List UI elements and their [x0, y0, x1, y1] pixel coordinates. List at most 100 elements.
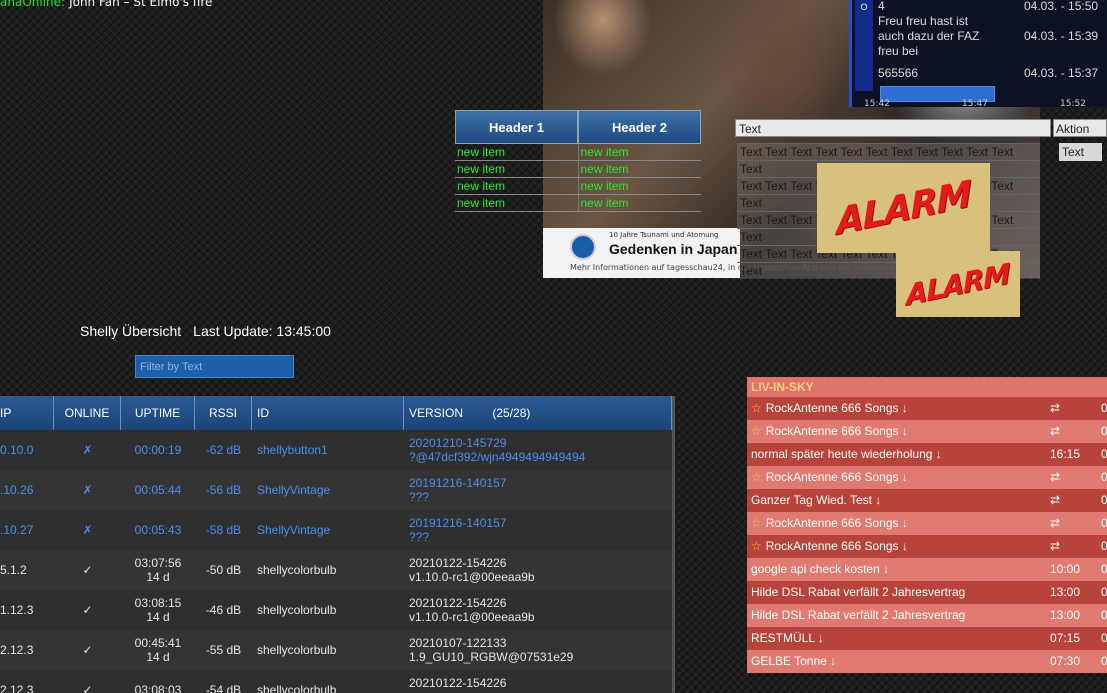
- message-time: 04.03. - 15:39: [1024, 29, 1099, 43]
- star-icon: ☆: [751, 539, 762, 553]
- table-row[interactable]: new item new item: [455, 161, 701, 178]
- version-detail: ?@47dcf392/wjn4949494949494: [409, 450, 586, 464]
- uptime-cell: 03:08:15: [134, 596, 182, 610]
- col-id[interactable]: ID: [252, 396, 404, 430]
- table-row[interactable]: new item new item: [455, 178, 701, 195]
- calendar-item-text: Hilde DSL Rabat verfällt 2 Jahresvertrag: [751, 608, 966, 622]
- device-id-link[interactable]: shellycolorbulb: [257, 563, 404, 577]
- calendar-item[interactable]: normal später heute wiederholung ↓ 16:15 0: [747, 443, 1107, 466]
- calendar-item-text: RockAntenne 666 Songs ↓: [765, 516, 908, 530]
- rssi-cell: -56 dB: [205, 483, 242, 497]
- ip-cell: 5.1.2: [0, 563, 27, 577]
- version-cell: 20210122-154226: [409, 556, 507, 570]
- calendar-item[interactable]: ☆ RockAntenne 666 Songs ↓ ⇄ 0: [747, 397, 1107, 420]
- calendar-item-time: 10:00: [1050, 562, 1081, 576]
- chart-tick: 15:42: [864, 99, 890, 109]
- table-row[interactable]: .10.27 ✗ 00:05:43 -58 dB ShellyVintage 201912…: [0, 510, 672, 551]
- page-title: Shelly Übersicht: [80, 323, 182, 339]
- table-row[interactable]: 2.12.3 ✓ 00:45:41 14 d -55 dB shellycolorbulb…: [0, 630, 672, 671]
- scrollbar[interactable]: [672, 430, 675, 693]
- table-cell: new item: [457, 145, 506, 159]
- calendar-item-text: RESTMÜLL ↓: [751, 631, 824, 645]
- table-row[interactable]: 5.1.2 ✓ 03:07:56 14 d -50 dB shellycolorbulb 2…: [0, 550, 672, 591]
- table-row[interactable]: .10.26 ✗ 00:05:44 -56 dB ShellyVintage 201912…: [0, 470, 672, 511]
- version-cell: 20210122-154226: [409, 676, 507, 690]
- table-cell: new item: [577, 178, 702, 194]
- table-row[interactable]: 2.12.3 ✓ 03:08:03 -54 dB shellycolorbulb 2021…: [0, 670, 672, 693]
- table-row[interactable]: new item new item: [455, 195, 701, 212]
- message-text: Freu freu hast ist auch dazu der FAZ fre…: [878, 14, 980, 58]
- calendar-item[interactable]: ☆ RockAntenne 666 Songs ↓ ⇄ 0: [747, 535, 1107, 558]
- device-id-link[interactable]: shellycolorbulb: [257, 643, 404, 657]
- tagesschau-logo-icon: [570, 234, 596, 260]
- col-uptime[interactable]: UPTIME: [121, 396, 195, 430]
- filter-input[interactable]: [135, 355, 294, 378]
- shelly-table: IP ONLINE UPTIME RSSI ID VERSION (25/28)…: [0, 396, 675, 693]
- calendar-item[interactable]: Hilde DSL Rabat verfällt 2 Jahresvertrag…: [747, 581, 1107, 604]
- calendar-item[interactable]: Ganzer Tag Wied. Test ↓ ⇄ 0: [747, 489, 1107, 512]
- table-row[interactable]: new item new item: [455, 144, 701, 161]
- header-table-col-1[interactable]: Header 1: [455, 110, 578, 144]
- table-row[interactable]: 1.12.3 ✓ 03:08:15 14 d -46 dB shellycolorbulb…: [0, 590, 672, 631]
- ip-cell: 0.10.0: [0, 443, 34, 457]
- message-text: 4: [878, 0, 885, 13]
- calendar-widget: LIV-IN-SKY ☆ RockAntenne 666 Songs ↓ ⇄ 0 ☆ Ro…: [747, 377, 1107, 693]
- calendar-item-extra: 0: [1101, 608, 1107, 622]
- calendar-item-text: Hilde DSL Rabat verfällt 2 Jahresvertrag: [751, 585, 966, 599]
- header-table-col-2[interactable]: Header 2: [578, 110, 701, 144]
- text-grid-action-cell[interactable]: Text: [1059, 143, 1102, 161]
- uptime-days: 14 d: [146, 650, 170, 664]
- calendar-item-extra: 0: [1101, 562, 1107, 576]
- calendar-item-extra: 0: [1101, 424, 1107, 438]
- rssi-cell: -55 dB: [205, 643, 242, 657]
- col-rssi[interactable]: RSSI: [195, 396, 252, 430]
- calendar-item[interactable]: ☆ RockAntenne 666 Songs ↓ ⇄ 0: [747, 420, 1107, 443]
- device-id-link[interactable]: shellycolorbulb: [257, 683, 404, 693]
- rssi-cell: -54 dB: [205, 683, 242, 693]
- banner-title: Gedenken in Japan: [609, 241, 738, 257]
- calendar-item-extra: 0: [1101, 470, 1107, 484]
- calendar-title: LIV-IN-SKY: [747, 377, 1107, 397]
- uptime-cell: 00:05:43: [134, 523, 182, 537]
- star-icon: ☆: [751, 401, 762, 415]
- calendar-item[interactable]: google api check kosten ↓ 10:00 0: [747, 558, 1107, 581]
- col-version[interactable]: VERSION (25/28): [404, 396, 672, 430]
- repeat-icon: ⇄: [1050, 493, 1061, 507]
- text-grid-action-header[interactable]: Aktion: [1053, 119, 1107, 137]
- calendar-item-extra: 0: [1101, 447, 1107, 461]
- device-id-link[interactable]: shellycolorbulb: [257, 603, 404, 617]
- rssi-cell: -46 dB: [205, 603, 242, 617]
- rssi-cell: -50 dB: [205, 563, 242, 577]
- table-row[interactable]: 0.10.0 ✗ 00:00:19 -62 dB shellybutton1 202012…: [0, 430, 672, 471]
- calendar-item[interactable]: ☆ RockAntenne 666 Songs ↓ ⇄ 0: [747, 512, 1107, 535]
- ip-cell: 1.12.3: [0, 603, 34, 617]
- shelly-header: Shelly Übersicht Last Update: 13:45:00: [80, 323, 343, 339]
- chart-tick: 15:52: [1060, 99, 1086, 109]
- alarm-badge: ALARM: [817, 163, 990, 253]
- col-ip[interactable]: IP: [0, 396, 54, 430]
- last-update: Last Update: 13:45:00: [193, 323, 331, 339]
- table-cell: new item: [577, 195, 702, 211]
- text-grid-header[interactable]: Text: [735, 119, 1051, 137]
- device-id-link[interactable]: ShellyVintage: [257, 483, 404, 497]
- calendar-item[interactable]: ☆ RockAntenne 666 Songs ↓ ⇄ 0: [747, 466, 1107, 489]
- calendar-item[interactable]: GELBE Tonne ↓ 07:30 0: [747, 650, 1107, 673]
- version-cell: 20210107-122133: [409, 636, 507, 650]
- col-online[interactable]: ONLINE: [54, 396, 121, 430]
- now-playing-source: anaOnline:: [0, 0, 66, 9]
- online-status-icon: ✗: [82, 483, 93, 497]
- online-status-icon: ✓: [82, 603, 93, 617]
- online-status-icon: ✗: [82, 523, 93, 537]
- calendar-item[interactable]: Hilde DSL Rabat verfällt 2 Jahresvertrag…: [747, 604, 1107, 627]
- calendar-item-time: 07:30: [1050, 654, 1081, 668]
- header-table: Header 1 Header 2 new item new item new i…: [455, 110, 701, 212]
- calendar-item-extra: 0: [1101, 585, 1107, 599]
- messages-widget: O D O 4 04.03. - 15:50 Freu freu hast is…: [849, 0, 1107, 109]
- device-id-link[interactable]: ShellyVintage: [257, 523, 404, 537]
- calendar-item-extra: 0: [1101, 516, 1107, 530]
- calendar-item[interactable]: RESTMÜLL ↓ 07:15 0: [747, 627, 1107, 650]
- device-id-link[interactable]: shellybutton1: [257, 443, 404, 457]
- version-detail: v1.10.0-rc1@00eeaa9b: [409, 570, 535, 584]
- calendar-item-extra: 0: [1101, 539, 1107, 553]
- news-banner: 10 Jahre Tsunami und Atomung Gedenken in…: [543, 228, 911, 278]
